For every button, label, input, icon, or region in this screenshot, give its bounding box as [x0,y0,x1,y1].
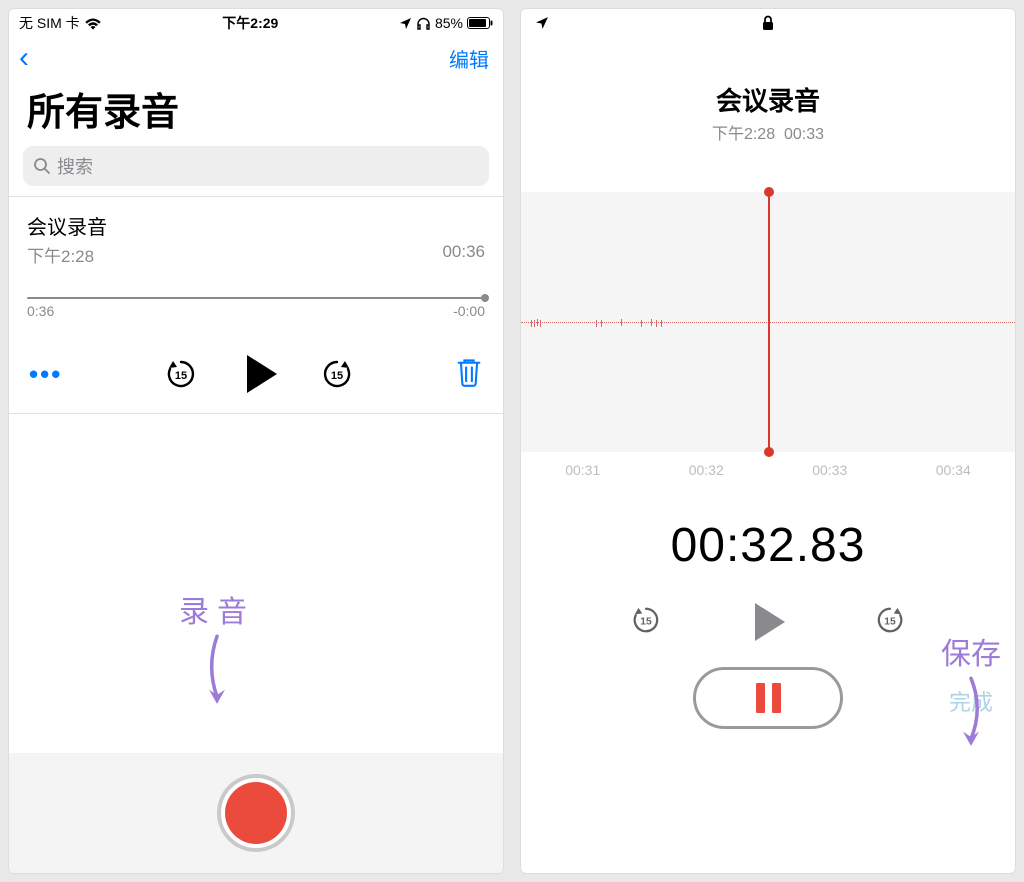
phone-right: 会议录音 下午2:28 00:33 00:31 00:32 00:33 00:3… [520,8,1016,874]
search-icon [33,157,51,175]
playhead[interactable] [768,192,770,452]
pause-button[interactable] [693,667,843,729]
playback-controls: ••• 15 15 [9,321,503,413]
svg-text:15: 15 [884,616,896,627]
recording-header: 会议录音 下午2:28 00:33 [521,37,1015,152]
location-icon [399,17,412,30]
preview-controls: 15 15 [521,603,1015,641]
carrier-text: 无 SIM 卡 [19,13,80,33]
rewind-15-button[interactable]: 15 [631,605,661,640]
search-placeholder: 搜索 [57,153,93,179]
status-bar [521,9,1015,37]
recording-time: 下午2:28 [27,242,94,267]
divider [9,413,503,414]
rewind-15-button[interactable]: 15 [165,358,197,390]
lock-icon [762,15,774,31]
location-icon [535,16,549,30]
ruler-tick: 00:34 [936,462,971,478]
page-title: 所有录音 [9,77,503,146]
ruler-tick: 00:32 [689,462,724,478]
recording-start-time: 下午2:28 [712,126,775,143]
delete-button[interactable] [455,357,483,392]
slider-remaining: -0:00 [453,303,485,319]
phone-left: 无 SIM 卡 下午2:29 85% ‹ 编辑 所有录音 搜索 会议录音 下午2… [8,8,504,874]
timer-display: 00:32.83 [521,518,1015,573]
recording-title: 会议录音 [521,81,1015,118]
battery-icon [467,17,493,29]
slider-thumb[interactable] [481,294,489,302]
record-dock [9,753,503,873]
forward-15-button[interactable]: 15 [875,605,905,640]
wifi-icon [84,17,102,30]
headphones-icon [416,17,431,30]
play-button[interactable] [247,355,277,393]
more-button[interactable]: ••• [29,359,62,390]
battery-percent: 85% [435,15,463,31]
ruler-tick: 00:31 [565,462,600,478]
recording-item[interactable]: 会议录音 下午2:28 00:36 [9,197,503,273]
recording-duration: 00:36 [442,242,485,267]
svg-text:15: 15 [175,370,187,382]
svg-text:15: 15 [331,370,343,382]
done-button[interactable]: 完成 [949,685,993,717]
recording-elapsed: 00:33 [784,126,824,143]
status-time: 下午2:29 [222,13,278,33]
ruler-tick: 00:33 [812,462,847,478]
status-bar: 无 SIM 卡 下午2:29 85% [9,9,503,37]
waveform[interactable] [521,192,1015,452]
back-button[interactable]: ‹ [19,43,29,73]
record-button[interactable] [217,774,295,852]
nav-bar: ‹ 编辑 [9,37,503,77]
playback-slider[interactable]: 0:36 -0:00 [9,273,503,321]
slider-elapsed: 0:36 [27,303,54,319]
record-bottom-row: 完成 [521,667,1015,745]
play-button[interactable] [755,603,785,641]
edit-button[interactable]: 编辑 [449,44,489,73]
svg-text:15: 15 [640,616,652,627]
forward-15-button[interactable]: 15 [321,358,353,390]
search-input[interactable]: 搜索 [23,146,489,186]
recording-name: 会议录音 [27,211,485,240]
annotation-record: 录音 [179,587,255,711]
